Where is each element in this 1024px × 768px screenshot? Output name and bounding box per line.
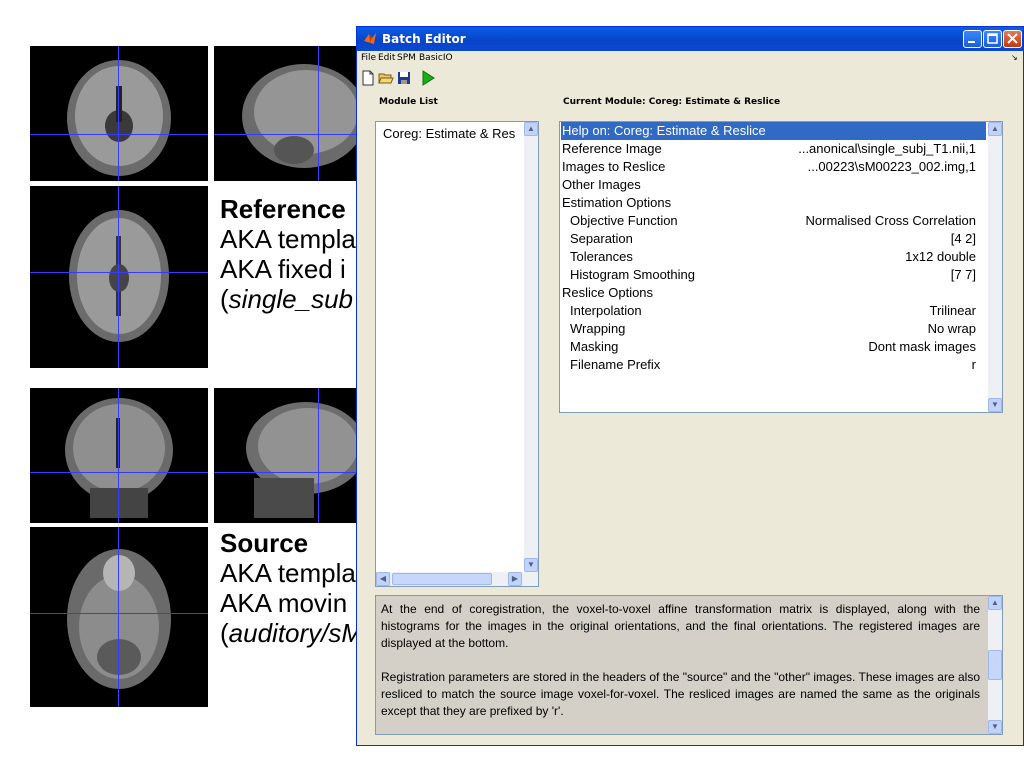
module-row-help[interactable]: Help on: Coreg: Estimate & Reslice — [561, 122, 986, 140]
module-row-reslice-options[interactable]: Reslice Options — [561, 284, 986, 302]
scroll-up-icon[interactable]: ▲ — [988, 596, 1002, 610]
toolbar — [357, 67, 1023, 87]
title-bar[interactable]: Batch Editor — [357, 27, 1023, 51]
module-row-images-to-reslice[interactable]: Images to Reslice ...00223\sM00223_002.im… — [561, 158, 986, 176]
reference-heading: Reference — [220, 194, 346, 224]
module-row-interpolation[interactable]: Interpolation Trilinear — [561, 302, 986, 320]
source-caption: Source AKA templa AKA movin (auditory/sM — [220, 528, 356, 648]
source-heading: Source — [220, 528, 309, 558]
close-icon — [1007, 33, 1018, 44]
window-title: Batch Editor — [382, 32, 466, 46]
module-list-item[interactable]: Coreg: Estimate & Res — [383, 126, 515, 141]
module-row-tolerances[interactable]: Tolerances 1x12 double — [561, 248, 986, 266]
module-row-estimation-options[interactable]: Estimation Options — [561, 194, 986, 212]
module-row-filename-prefix[interactable]: Filename Prefix r — [561, 356, 986, 374]
run-icon[interactable] — [420, 70, 436, 86]
scroll-up-icon[interactable]: ▲ — [988, 122, 1002, 136]
scroll-left-icon[interactable]: ◀ — [376, 572, 390, 586]
new-file-icon[interactable] — [360, 70, 376, 86]
module-row-reference-image[interactable]: Reference Image ...anonical\single_subj_T… — [561, 140, 986, 158]
module-row-separation[interactable]: Separation [4 2] — [561, 230, 986, 248]
scroll-up-icon[interactable]: ▲ — [524, 122, 538, 136]
menu-dock-arrow-icon[interactable]: ↘ — [1011, 53, 1018, 62]
scroll-down-icon[interactable]: ▼ — [988, 398, 1002, 412]
maximize-icon — [987, 33, 998, 44]
help-vscrollbar[interactable]: ▲ ▼ — [988, 596, 1002, 734]
reference-aka-fixed: AKA fixed i — [220, 254, 346, 284]
menu-bar: File Edit SPM BasicIO ↘ — [357, 51, 1023, 65]
open-folder-icon[interactable] — [378, 70, 394, 86]
reference-sagittal-image — [214, 46, 358, 181]
minimize-icon — [968, 41, 975, 43]
reference-axial-image — [30, 186, 208, 368]
reference-coronal-image — [30, 46, 208, 181]
scroll-down-icon[interactable]: ▼ — [524, 558, 538, 572]
source-axial-image — [30, 527, 208, 707]
module-row-objective-function[interactable]: Objective Function Normalised Cross Corre… — [561, 212, 986, 230]
source-filename: (auditory/sM — [220, 618, 356, 648]
reference-caption: Reference AKA templa AKA fixed i (single… — [220, 194, 356, 314]
module-row-wrapping[interactable]: Wrapping No wrap — [561, 320, 986, 338]
source-aka-moving: AKA movin — [220, 588, 348, 618]
hscroll-thumb[interactable] — [392, 573, 492, 585]
module-row-masking[interactable]: Masking Dont mask images — [561, 338, 986, 356]
batch-editor-window: Batch Editor File Edit SPM BasicIO ↘ Mod… — [356, 26, 1024, 746]
source-sagittal-image — [214, 388, 358, 523]
module-row-histogram-smoothing[interactable]: Histogram Smoothing [7 7] — [561, 266, 986, 284]
matlab-icon — [364, 33, 376, 44]
close-button[interactable] — [1003, 30, 1022, 48]
help-paragraph-2: Registration parameters are stored in th… — [381, 670, 980, 718]
reference-aka-template: AKA templa — [220, 224, 356, 254]
menu-edit[interactable]: Edit — [378, 53, 395, 63]
source-coronal-image — [30, 388, 208, 523]
module-list-label: Module List — [379, 97, 438, 107]
menu-file[interactable]: File — [361, 53, 376, 63]
menu-spm[interactable]: SPM — [397, 53, 416, 63]
save-icon[interactable] — [396, 70, 412, 86]
current-module-list[interactable]: Help on: Coreg: Estimate & Reslice Refer… — [559, 121, 1003, 413]
reference-filename: (single_sub — [220, 284, 353, 314]
module-list[interactable]: Coreg: Estimate & Res ▲ ▼ ◀ ▶ — [375, 121, 539, 587]
scroll-right-icon[interactable]: ▶ — [508, 572, 522, 586]
module-list-hscrollbar[interactable]: ◀ ▶ — [376, 572, 538, 586]
menu-basicio[interactable]: BasicIO — [419, 53, 453, 63]
scroll-down-icon[interactable]: ▼ — [988, 720, 1002, 734]
maximize-button[interactable] — [983, 30, 1002, 48]
current-module-label: Current Module: Coreg: Estimate & Reslic… — [563, 97, 781, 107]
help-text-panel[interactable]: At the end of coregistration, the voxel-… — [375, 595, 1003, 735]
minimize-button[interactable] — [963, 30, 982, 48]
current-module-vscrollbar[interactable]: ▲ ▼ — [988, 122, 1002, 412]
help-paragraph-1: At the end of coregistration, the voxel-… — [381, 602, 980, 650]
source-aka-template: AKA templa — [220, 558, 356, 588]
module-list-vscrollbar[interactable]: ▲ ▼ — [524, 122, 538, 572]
module-row-other-images[interactable]: Other Images — [561, 176, 986, 194]
help-scroll-thumb[interactable] — [988, 650, 1002, 680]
